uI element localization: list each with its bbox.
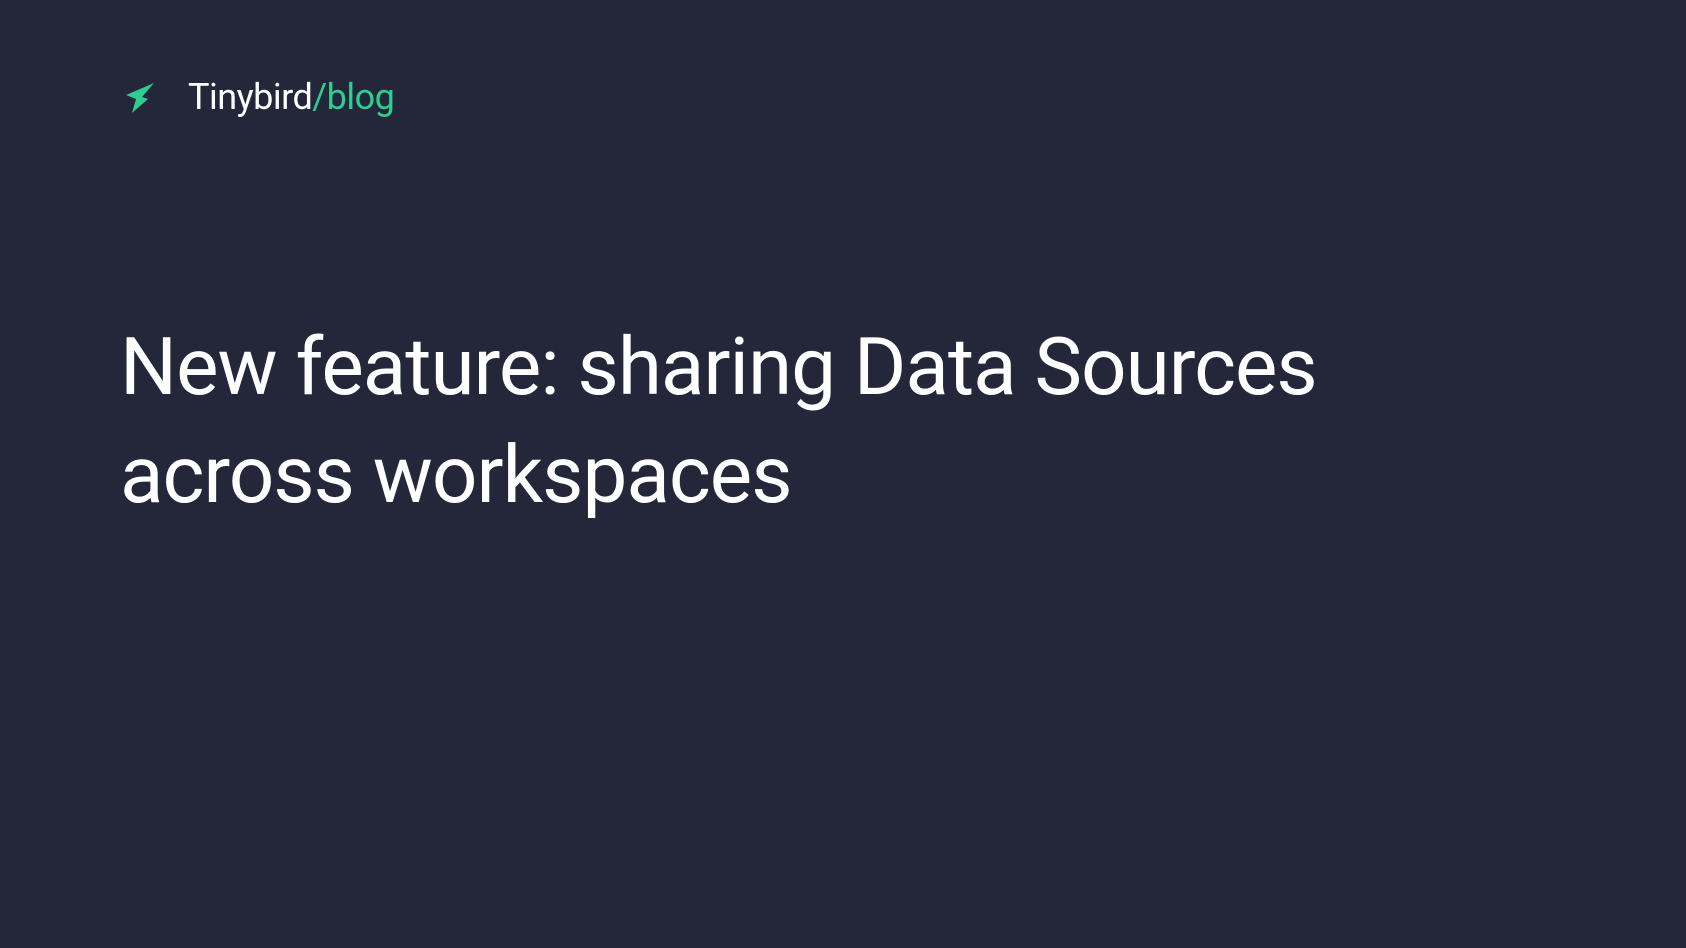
page-title: New feature: sharing Data Sources across… [120, 313, 1566, 529]
header: Tinybird/blog [120, 76, 1566, 118]
brand-separator: / [312, 76, 326, 118]
brand-name: Tinybird [188, 76, 312, 118]
brand-text: Tinybird/blog [188, 76, 394, 118]
brand-section: blog [327, 76, 395, 118]
title-section: New feature: sharing Data Sources across… [120, 313, 1566, 529]
tinybird-logo-icon [120, 77, 160, 117]
page-container: Tinybird/blog New feature: sharing Data … [0, 0, 1686, 948]
